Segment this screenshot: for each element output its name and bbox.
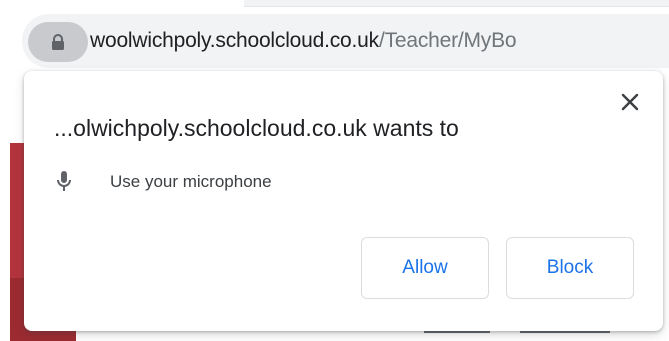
prompt-title: ...olwichpoly.schoolcloud.co.uk wants to [54,115,459,141]
url-path: /Teacher/MyBo [378,29,517,52]
permission-label: Use your microphone [110,172,272,191]
tab-strip-edge [244,0,669,7]
lock-icon [52,33,64,50]
permission-prompt: ...olwichpoly.schoolcloud.co.uk wants to… [24,71,663,331]
close-button[interactable] [617,89,643,115]
allow-button[interactable]: Allow [361,237,489,299]
obscured-text-fragment [520,331,611,341]
url-text[interactable]: woolwichpoly.schoolcloud.co.uk/Teacher/M… [90,14,517,68]
browser-top-strip [0,0,669,12]
address-bar[interactable]: woolwichpoly.schoolcloud.co.uk/Teacher/M… [22,14,669,68]
microphone-icon [54,169,74,195]
block-button[interactable]: Block [506,237,634,299]
close-icon [621,93,639,111]
browser-window: woolwichpoly.schoolcloud.co.uk/Teacher/M… [0,0,669,341]
obscured-text-fragment [424,331,490,341]
site-info-button[interactable] [28,22,88,62]
url-host: woolwichpoly.schoolcloud.co.uk [90,29,379,52]
permission-row: Use your microphone [54,168,272,196]
